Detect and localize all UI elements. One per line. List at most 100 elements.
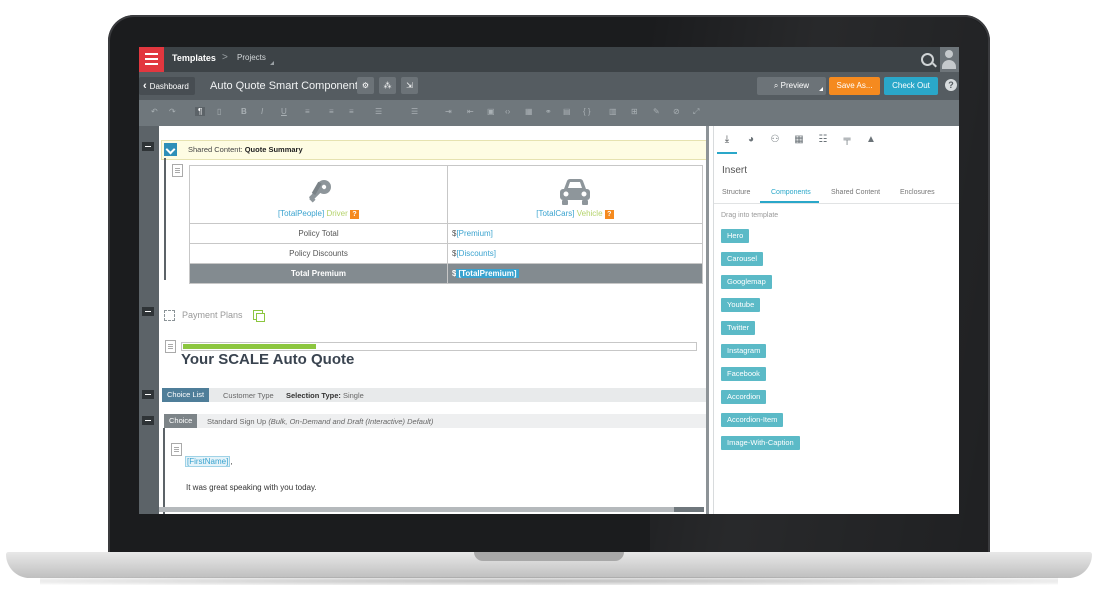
- menu-icon[interactable]: [139, 47, 164, 72]
- clipboard-icon[interactable]: ▯: [217, 107, 221, 116]
- redo-icon[interactable]: ↷: [169, 107, 176, 116]
- grid-icon[interactable]: ⊞: [631, 107, 638, 116]
- code-icon[interactable]: ‹›: [505, 107, 510, 116]
- editor-canvas[interactable]: Shared Content: Quote Summary [TotalPeop…: [159, 126, 708, 514]
- breadcrumb-separator: >: [222, 52, 228, 63]
- align-right-icon[interactable]: ≡: [349, 107, 354, 116]
- hierarchy-icon: ⁂: [383, 81, 392, 90]
- keys-icon: [304, 177, 334, 207]
- unlink-icon[interactable]: ▤: [563, 107, 571, 116]
- breadcrumb-caret-icon[interactable]: [270, 61, 274, 65]
- policy-discounts-label: Policy Discounts: [189, 243, 448, 264]
- car-icon: [557, 177, 593, 207]
- collapse-payment-plans-icon[interactable]: [142, 307, 154, 316]
- align-left-icon[interactable]: ≡: [305, 107, 310, 116]
- undo-icon[interactable]: ↶: [151, 107, 158, 116]
- outdent-icon[interactable]: ⇤: [467, 107, 474, 116]
- choice-bar[interactable]: Choice Standard Sign Up (Bulk, On-Demand…: [164, 414, 706, 428]
- quote-summary-table: [TotalPeople] Driver ? [TotalCars] Vehic…: [189, 165, 703, 284]
- check-out-button[interactable]: Check Out: [884, 77, 938, 95]
- component-carousel[interactable]: Carousel: [721, 252, 764, 266]
- table-icon[interactable]: ▦: [792, 134, 806, 145]
- component-facebook[interactable]: Facebook: [721, 367, 766, 381]
- save-as-button[interactable]: Save As...: [829, 77, 880, 95]
- insert-subtabs: Structure Components Shared Content Encl…: [714, 185, 959, 204]
- choice-tag[interactable]: Choice: [164, 414, 198, 428]
- policy-discounts-value[interactable]: $[Discounts]: [447, 243, 703, 264]
- component-googlemap[interactable]: Googlemap: [721, 275, 772, 289]
- payment-plans-row[interactable]: Payment Plans: [164, 308, 564, 324]
- underline-icon[interactable]: U: [281, 107, 287, 116]
- preview-caret-icon[interactable]: [819, 87, 823, 91]
- placeholder-icon: [164, 310, 175, 321]
- list-icon[interactable]: ☰: [375, 107, 382, 116]
- component-accordion-item[interactable]: Accordion-Item: [721, 413, 784, 427]
- breadcrumb-projects[interactable]: Projects: [237, 53, 266, 62]
- total-premium-label: Total Premium: [189, 263, 448, 284]
- vehicle-help-badge[interactable]: ?: [604, 210, 614, 219]
- link-icon[interactable]: ⚭: [545, 107, 552, 116]
- preview-button[interactable]: ⌕ Preview: [757, 77, 826, 95]
- driver-help-badge[interactable]: ?: [350, 210, 360, 219]
- component-accordion[interactable]: Accordion: [721, 390, 767, 404]
- search-icon[interactable]: [921, 53, 934, 66]
- insert-tab-icon[interactable]: ⤓: [720, 134, 734, 145]
- indent-icon[interactable]: ⇥: [445, 107, 452, 116]
- italic-icon[interactable]: I: [261, 107, 263, 116]
- search-icon: ⌕: [773, 81, 781, 90]
- palette-icon[interactable]: ◕: [744, 134, 758, 145]
- selection-type: Selection Type: Single: [286, 391, 364, 400]
- avatar[interactable]: [940, 47, 959, 72]
- settings-button[interactable]: ⚙: [357, 77, 374, 94]
- collapse-choice-list-icon[interactable]: [142, 390, 154, 399]
- tab-structure[interactable]: Structure: [722, 189, 750, 196]
- total-cars-token[interactable]: [TotalCars] Vehicle ?: [536, 209, 614, 219]
- quote-heading[interactable]: Your SCALE Auto Quote: [181, 351, 354, 368]
- horizontal-scrollbar[interactable]: [159, 507, 704, 512]
- table-icon[interactable]: ▦: [525, 107, 533, 116]
- bold-icon[interactable]: B: [241, 107, 247, 116]
- export-button[interactable]: ⇲: [401, 77, 418, 94]
- total-premium-value[interactable]: $ [TotalPremium]: [447, 263, 703, 284]
- choice-list-tag[interactable]: Choice List: [162, 388, 210, 402]
- document-icon[interactable]: [172, 164, 183, 177]
- first-name-token[interactable]: [FirstName],: [185, 456, 233, 467]
- tab-shared-content[interactable]: Shared Content: [831, 189, 880, 196]
- collapse-quote-summary-icon[interactable]: [142, 142, 154, 151]
- sign-icon[interactable]: ╤: [840, 134, 854, 145]
- choice-list-bar[interactable]: Choice List Customer Type Selection Type…: [162, 388, 706, 402]
- tab-components[interactable]: Components: [771, 189, 811, 196]
- collapse-choice-icon[interactable]: [142, 416, 154, 425]
- policy-total-value[interactable]: $[Premium]: [447, 223, 703, 244]
- component-image-with-caption[interactable]: Image-With-Caption: [721, 436, 800, 450]
- spell-icon[interactable]: ✎: [653, 107, 660, 116]
- component-youtube[interactable]: Youtube: [721, 298, 761, 312]
- shared-content-bar[interactable]: Shared Content: Quote Summary: [161, 140, 708, 160]
- document-icon[interactable]: [165, 340, 176, 353]
- binoculars-icon[interactable]: ⚇: [768, 134, 782, 145]
- structure-button[interactable]: ⁂: [379, 77, 396, 94]
- source-icon[interactable]: ▥: [609, 107, 617, 116]
- vertical-scrollbar[interactable]: [706, 126, 709, 514]
- tab-enclosures[interactable]: Enclosures: [900, 189, 935, 196]
- total-people-token[interactable]: [TotalPeople] Driver ?: [278, 209, 360, 219]
- warning-icon[interactable]: ▲: [864, 134, 878, 145]
- align-center-icon[interactable]: ≡: [329, 107, 334, 116]
- copy-icon[interactable]: [253, 310, 265, 322]
- fullscreen-icon[interactable]: ⤢: [693, 107, 699, 117]
- help-icon[interactable]: ?: [945, 79, 957, 91]
- shared-content-name: Quote Summary: [244, 145, 303, 154]
- component-instagram[interactable]: Instagram: [721, 344, 767, 358]
- list-numbered-icon[interactable]: ☰: [411, 107, 418, 116]
- component-twitter[interactable]: Twitter: [721, 321, 756, 335]
- clear-icon[interactable]: ⊘: [673, 107, 680, 116]
- pilcrow-icon[interactable]: ¶: [195, 107, 206, 116]
- dashboard-button[interactable]: ‹ Dashboard: [139, 77, 195, 95]
- embed-icon[interactable]: { }: [583, 107, 591, 116]
- document-icon[interactable]: [171, 443, 182, 456]
- image-icon[interactable]: ▣: [487, 107, 495, 116]
- breadcrumb-templates[interactable]: Templates: [172, 53, 216, 63]
- greeting-text[interactable]: It was great speaking with you today.: [186, 483, 317, 492]
- component-hero[interactable]: Hero: [721, 229, 750, 243]
- list-icon[interactable]: ☷: [816, 134, 830, 145]
